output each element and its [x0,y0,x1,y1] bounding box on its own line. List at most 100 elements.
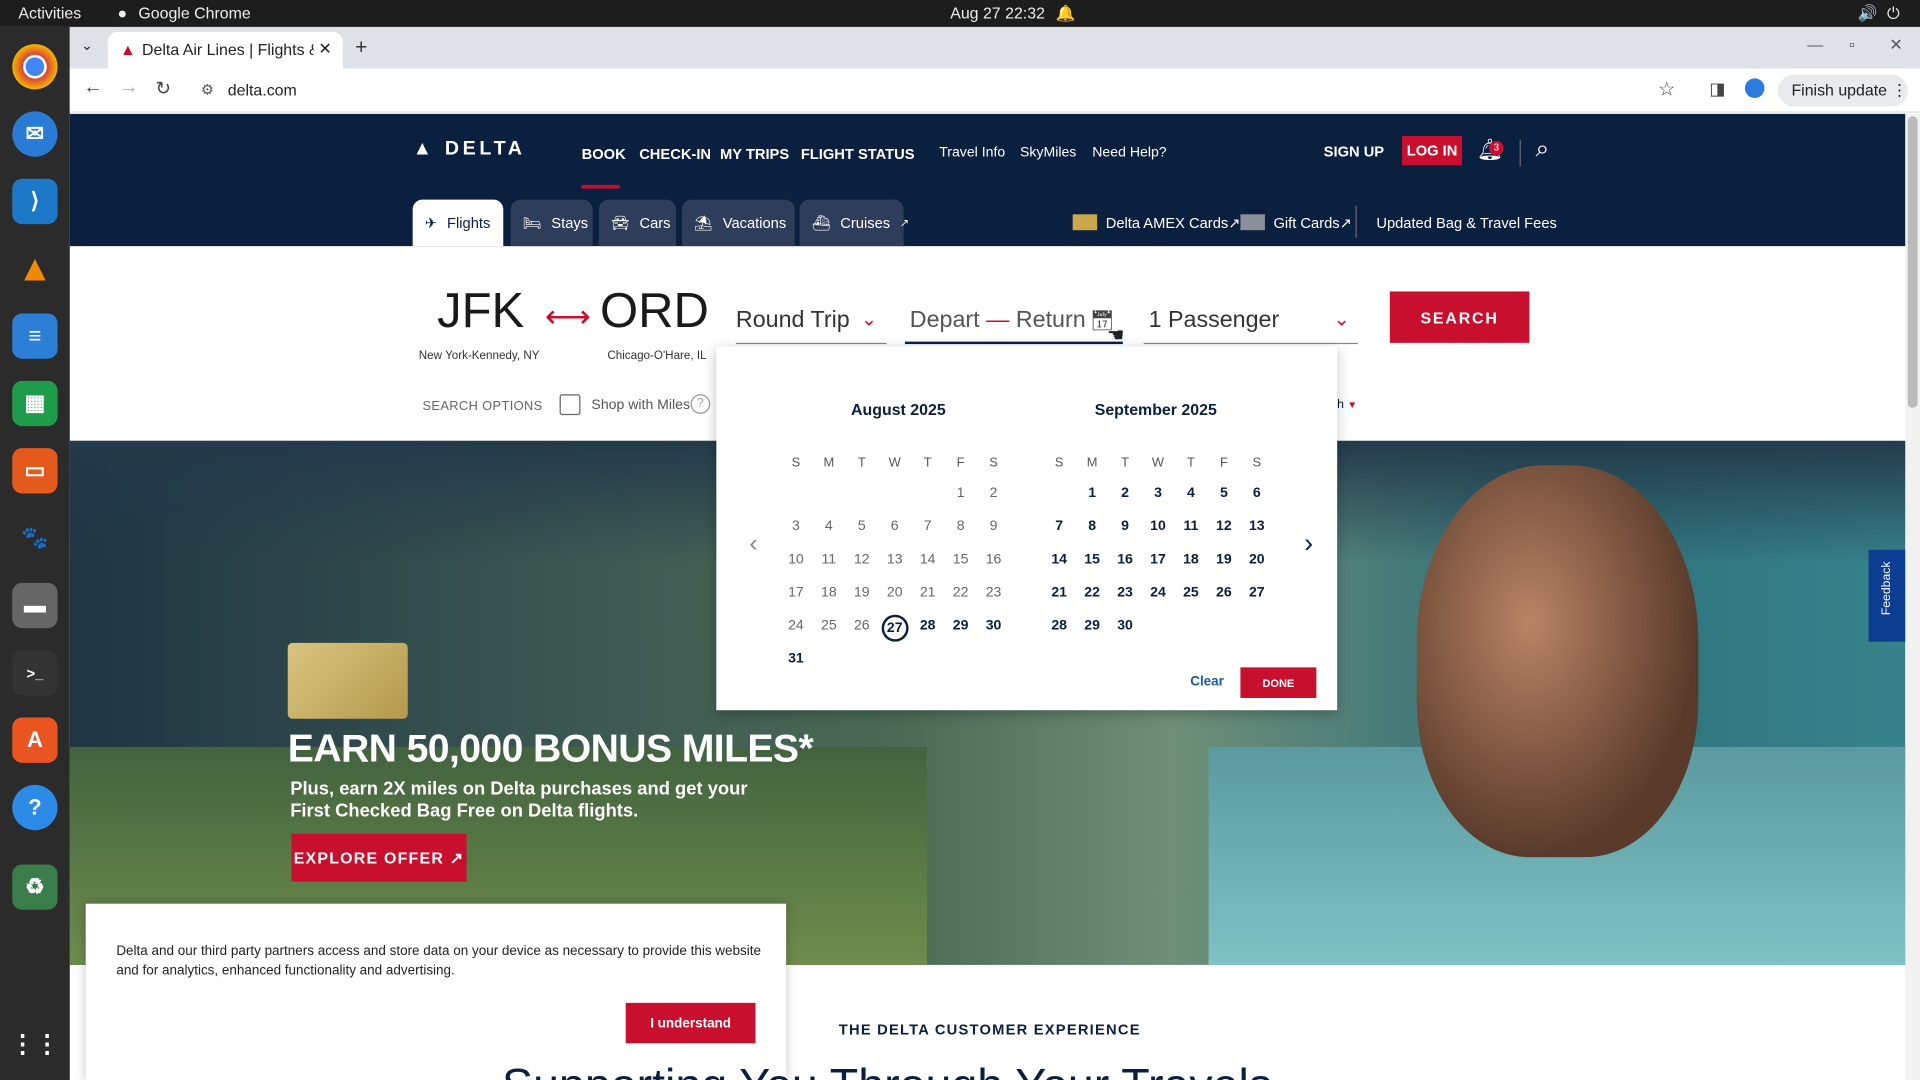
calendar-day[interactable]: 14 [1043,552,1075,567]
impress-icon[interactable]: ▭ [12,448,58,494]
calc-icon[interactable]: ▦ [12,380,58,427]
address-bar[interactable]: ⚙ delta.com [196,75,1641,107]
sign-up-link[interactable]: SIGN UP [1324,143,1384,160]
next-month-icon[interactable]: › [1304,528,1313,560]
close-tab-icon[interactable]: ✕ [318,39,331,59]
log-in-button[interactable]: LOG IN [1402,135,1463,166]
profile-avatar[interactable] [1744,78,1765,98]
date-picker-field[interactable]: Depart — Return 📅︎ [904,307,1123,345]
browser-tab[interactable]: ▲ Delta Air Lines | Flights & ✕ [107,31,343,69]
calendar-day[interactable]: 2 [1109,486,1141,501]
calendar-day[interactable]: 21 [1043,585,1075,600]
calendar-day[interactable]: 19 [1208,552,1240,567]
bookmark-star-icon[interactable]: ☆ [1658,77,1676,101]
calendar-day[interactable]: 30 [1109,618,1141,633]
tab-vacations[interactable]: ⛱ Vacations [682,199,795,247]
clear-dates-button[interactable]: Clear [1190,675,1224,690]
help-circle-icon[interactable]: ? [690,394,711,414]
side-panel-icon[interactable]: ◨ [1709,78,1725,99]
calendar-day[interactable]: 9 [1109,519,1141,534]
tab-stays[interactable]: 🛏︎ Stays [510,199,593,247]
swap-airports-icon[interactable]: ⟷ [545,298,591,336]
files-icon[interactable]: ▬ [12,582,58,629]
delta-logo[interactable]: ▲ DELTA [413,138,526,160]
vscode-icon[interactable]: ⟩ [12,178,58,225]
calendar-day-today[interactable]: 27 [881,614,909,642]
calendar-day[interactable]: 8 [1076,519,1108,534]
calendar-day[interactable]: 7 [1043,519,1075,534]
nav-my-trips[interactable]: MY TRIPS [720,146,789,163]
calendar-day[interactable]: 20 [1241,552,1273,567]
calendar-day[interactable]: 18 [1175,552,1207,567]
calendar-day[interactable]: 30 [978,618,1010,633]
calendar-day[interactable]: 23 [1109,585,1141,600]
calendar-day[interactable]: 15 [1076,552,1108,567]
passenger-select[interactable]: 1 Passenger ⌄ [1143,307,1358,345]
calendar-day[interactable]: 28 [912,618,944,633]
back-icon[interactable]: ← [83,77,103,99]
calendar-day[interactable]: 26 [1208,585,1240,600]
calendar-day[interactable]: 16 [1109,552,1141,567]
finish-update-button[interactable]: Finish update ⋮ [1777,74,1908,107]
activities-button[interactable]: Activities [18,4,81,22]
calendar-day[interactable]: 3 [1142,486,1174,501]
reload-icon[interactable]: ↻ [156,77,171,99]
terminal-icon[interactable]: >_ [12,650,58,696]
calendar-day[interactable]: 11 [1175,519,1207,534]
calendar-day[interactable]: 31 [780,651,812,666]
i-understand-button[interactable]: I understand [625,1002,756,1044]
power-icon[interactable]: ⏻ [1887,4,1900,24]
calendar-day[interactable]: 12 [1208,519,1240,534]
close-window-icon[interactable]: ✕ [1889,36,1902,56]
calendar-day[interactable]: 4 [1175,486,1207,501]
calendar-day[interactable]: 17 [1142,552,1174,567]
calendar-day[interactable]: 28 [1043,618,1075,633]
calendar-day[interactable]: 13 [1241,519,1273,534]
amex-cards-link[interactable]: Delta AMEX Cards↗ [1106,214,1241,231]
tab-cruises[interactable]: ⛴ Cruises ↗ [799,199,909,247]
shop-with-miles-checkbox[interactable] [559,394,581,416]
tab-cars[interactable]: 🚘︎ Cars [598,199,676,247]
trash-icon[interactable]: ♻ [12,864,58,910]
calendar-day[interactable]: 6 [1241,486,1273,501]
site-info-icon[interactable]: ⚙ [201,81,214,98]
forward-icon[interactable]: → [119,77,139,99]
bag-fees-link[interactable]: Updated Bag & Travel Fees [1376,214,1557,231]
maximize-icon[interactable]: ▫ [1849,36,1855,54]
chrome-icon[interactable] [12,44,58,90]
thunderbird-icon[interactable]: ✉ [12,111,58,157]
done-button[interactable]: DONE [1240,667,1317,698]
software-icon[interactable]: A [12,717,58,763]
calendar-day[interactable]: 25 [1175,585,1207,600]
nav-check-in[interactable]: CHECK-IN [639,146,711,163]
new-tab-icon[interactable]: + [355,36,367,60]
tab-search-icon[interactable]: ⌄ [81,37,93,54]
search-icon[interactable]: ⌕ [1536,136,1550,164]
scrollbar-thumb[interactable] [1907,116,1918,408]
vlc-icon[interactable]: ▲ [12,246,57,291]
gimp-icon[interactable]: 🐾 [12,516,57,561]
apps-grid-icon[interactable]: ⋮⋮ [10,1021,59,1066]
volume-icon[interactable]: 🔊 [1858,4,1878,24]
calendar-day[interactable]: 29 [1076,618,1108,633]
calendar-day[interactable]: 29 [945,618,977,633]
calendar-day[interactable]: 10 [1142,519,1174,534]
search-button[interactable]: SEARCH [1389,291,1530,343]
destination-code[interactable]: ORD [600,284,709,339]
feedback-tab[interactable]: Feedback [1868,549,1906,642]
explore-offer-button[interactable]: EXPLORE OFFER ↗ [291,833,467,882]
calendar-day[interactable]: 1 [1076,486,1108,501]
nav-flight-status[interactable]: FLIGHT STATUS [801,146,915,163]
tab-flights[interactable]: ✈ Flights [412,199,504,247]
calendar-day[interactable]: 27 [1241,585,1273,600]
writer-icon[interactable]: ≡ [12,313,58,359]
nav-book[interactable]: BOOK [582,146,626,163]
nav-skymiles[interactable]: SkyMiles [1020,146,1076,161]
origin-code[interactable]: JFK [437,284,524,339]
nav-travel-info[interactable]: Travel Info [939,146,1005,161]
help-icon[interactable]: ? [12,784,58,831]
calendar-day[interactable]: 24 [1142,585,1174,600]
nav-need-help[interactable]: Need Help? [1092,146,1166,161]
calendar-day[interactable]: 22 [1076,585,1108,600]
prev-month-icon[interactable]: ‹ [749,530,757,558]
